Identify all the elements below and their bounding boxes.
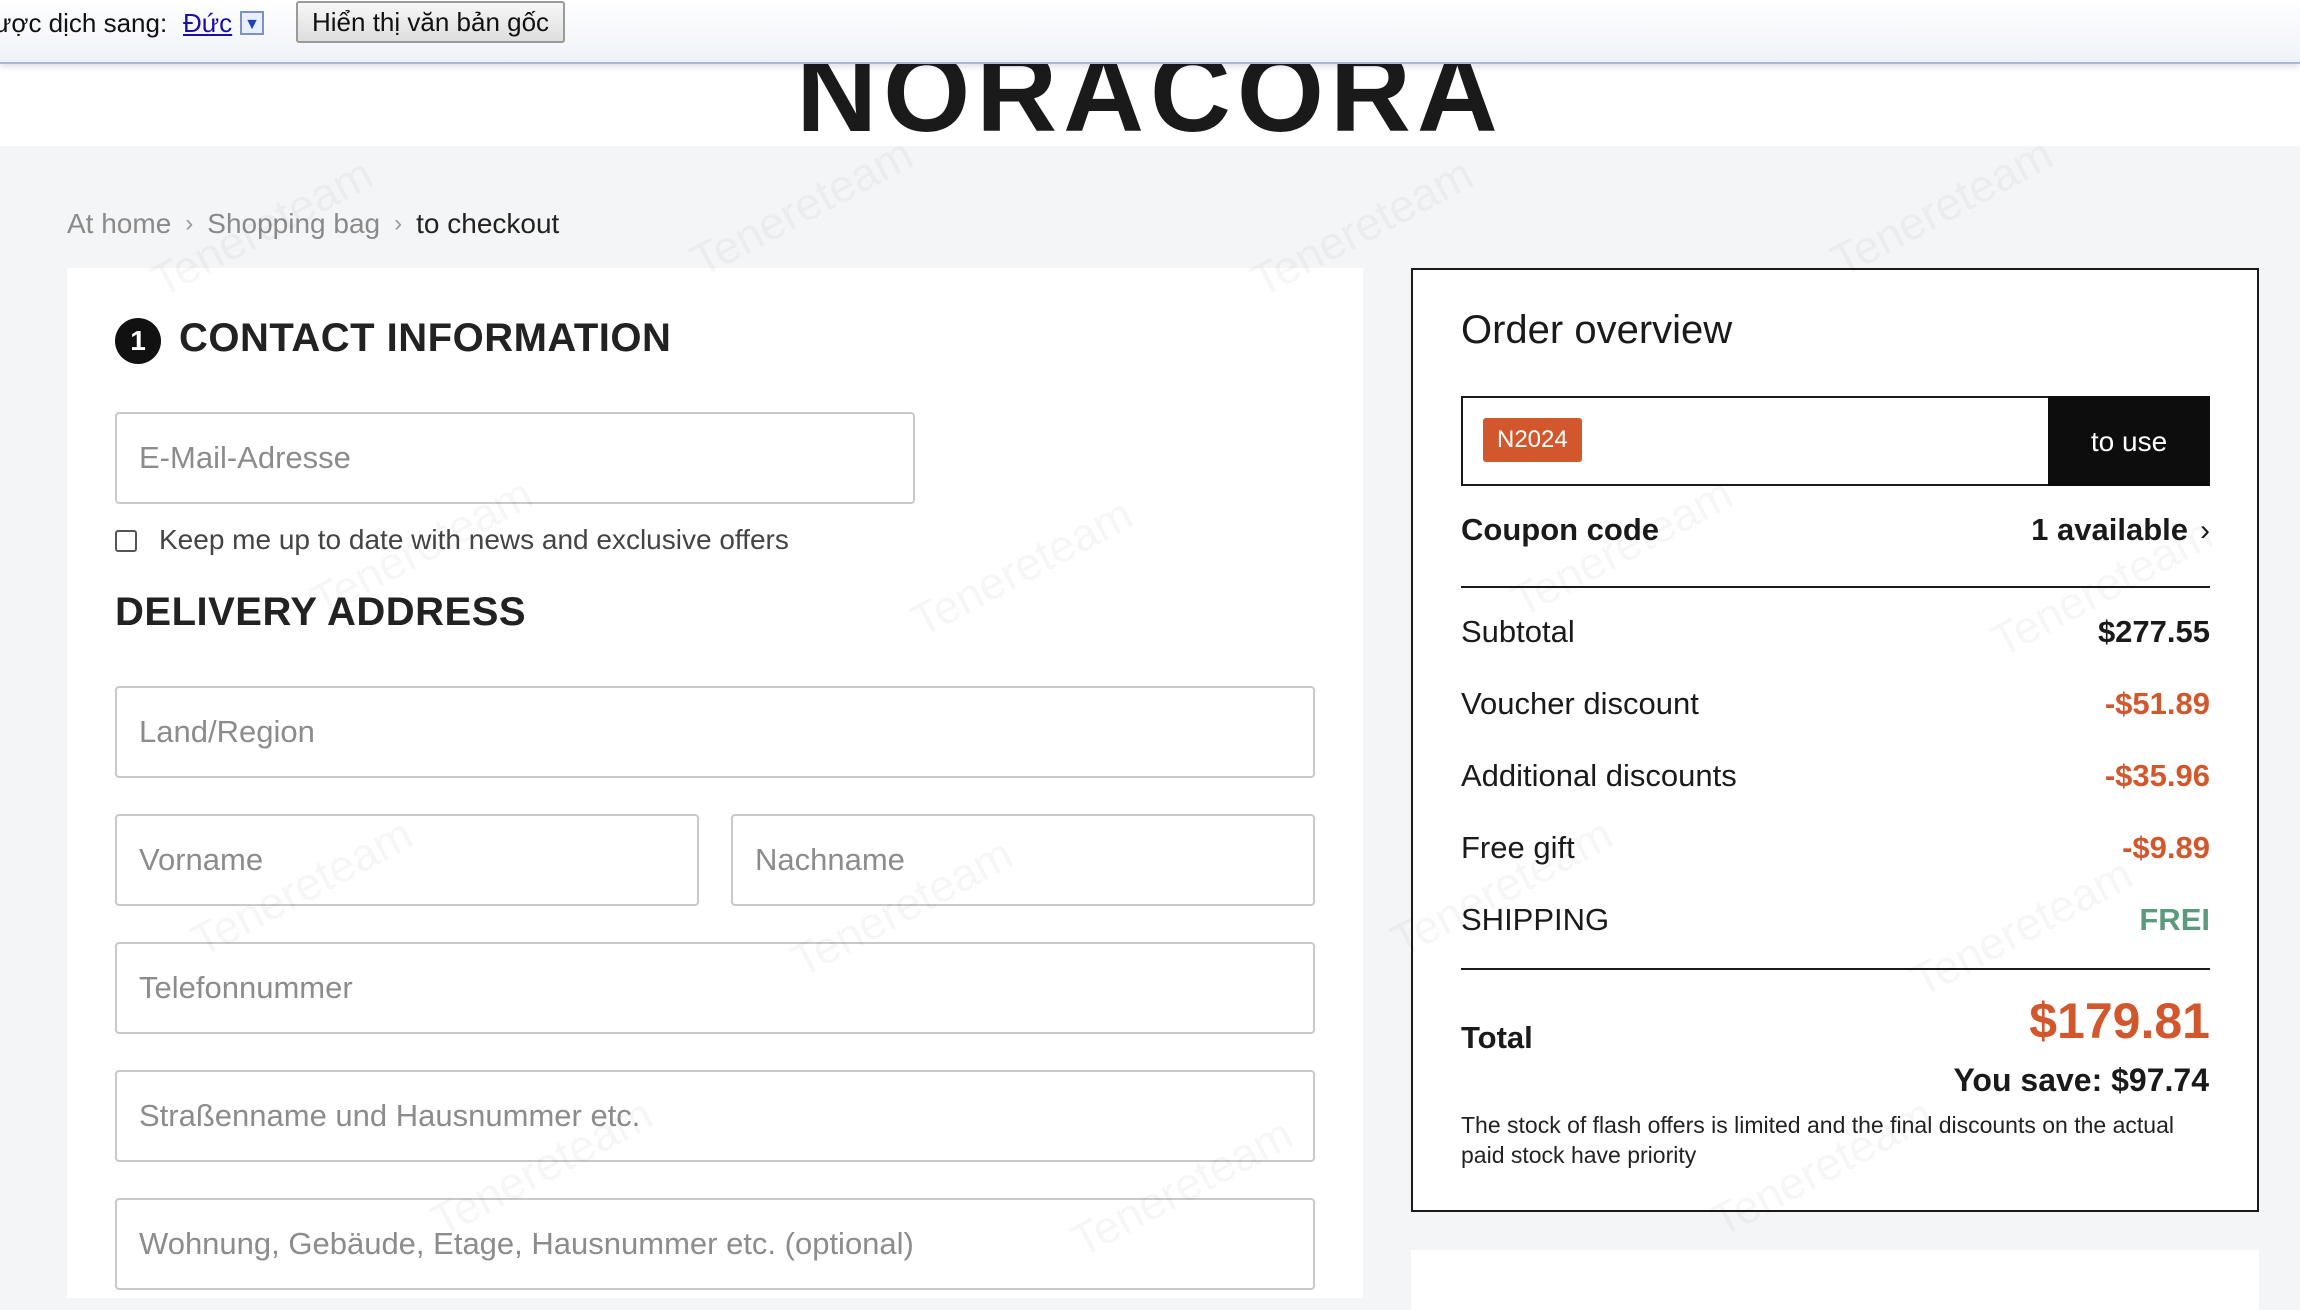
subtotal-value: $277.55 <box>2097 614 2210 649</box>
chevron-right-icon: › <box>185 210 194 237</box>
apartment-input[interactable] <box>115 1198 1315 1290</box>
savings-text: You save: $97.74 <box>1953 1062 2209 1098</box>
divider <box>1461 586 2210 588</box>
phone-input[interactable] <box>115 942 1315 1034</box>
use-coupon-button[interactable]: to use <box>2048 396 2210 486</box>
breadcrumb: At home › Shopping bag › to checkout <box>67 208 559 240</box>
email-input[interactable] <box>115 412 915 504</box>
checkout-form-panel: 1 CONTACT INFORMATION Keep me up to date… <box>67 268 1363 1298</box>
total-value: $179.81 <box>2029 993 2210 1049</box>
applied-coupon-tag[interactable]: N2024 <box>1483 418 1582 462</box>
total-row: Total $179.81 <box>1461 986 2210 1056</box>
secondary-card <box>1411 1250 2259 1310</box>
last-name-input[interactable] <box>731 814 1315 906</box>
contact-info-title: CONTACT INFORMATION <box>179 316 672 360</box>
newsletter-label: Keep me up to date with news and exclusi… <box>159 524 789 555</box>
coupon-code-label: Coupon code <box>1461 512 1660 547</box>
breadcrumb-shopping-bag[interactable]: Shopping bag <box>207 208 380 240</box>
additional-discounts-row: Additional discounts -$35.96 <box>1461 758 2210 794</box>
voucher-discount-value: -$51.89 <box>2104 686 2210 721</box>
street-input[interactable] <box>115 1070 1315 1162</box>
country-region-input[interactable] <box>115 686 1315 778</box>
subtotal-label: Subtotal <box>1461 614 1575 649</box>
show-original-button[interactable]: Hiển thị văn bản gốc <box>296 1 566 43</box>
coupon-code-row[interactable]: Coupon code 1 available › <box>1461 512 2210 548</box>
flash-offer-note: The stock of flash offers is limited and… <box>1461 1112 2174 1168</box>
shipping-row: SHIPPING FREI <box>1461 902 2210 938</box>
additional-discounts-label: Additional discounts <box>1461 758 1737 793</box>
total-label: Total <box>1461 1020 1533 1055</box>
newsletter-checkbox[interactable] <box>115 530 137 552</box>
divider <box>1461 968 2210 970</box>
coupons-available-text: 1 available <box>2031 512 2188 547</box>
additional-discounts-value: -$35.96 <box>2104 758 2210 793</box>
coupon-input-box[interactable]: N2024 to use <box>1461 396 2210 486</box>
subtotal-row: Subtotal $277.55 <box>1461 614 2210 650</box>
free-gift-value: -$9.89 <box>2122 830 2210 865</box>
shipping-label: SHIPPING <box>1461 902 1610 937</box>
breadcrumb-home[interactable]: At home <box>67 208 171 240</box>
shipping-value: FREI <box>2139 902 2210 937</box>
target-language-link[interactable]: Đức <box>183 8 232 39</box>
voucher-discount-label: Voucher discount <box>1461 686 1699 721</box>
free-gift-label: Free gift <box>1461 830 1575 865</box>
first-name-input[interactable] <box>115 814 699 906</box>
step-number-badge: 1 <box>115 318 161 364</box>
coupons-available-link[interactable]: 1 available › <box>2031 512 2210 548</box>
breadcrumb-checkout: to checkout <box>416 208 560 239</box>
voucher-discount-row: Voucher discount -$51.89 <box>1461 686 2210 722</box>
free-gift-row: Free gift -$9.89 <box>1461 830 2210 866</box>
translate-bar: ược dịch sang: Đức ▼ Hiển thị văn bản gố… <box>0 0 2300 64</box>
chevron-right-icon: › <box>2200 514 2210 547</box>
language-dropdown-icon[interactable]: ▼ <box>240 11 264 35</box>
translate-label: ược dịch sang: <box>0 8 168 38</box>
delivery-address-title: DELIVERY ADDRESS <box>115 590 527 634</box>
order-overview-panel: Order overview N2024 to use Coupon code … <box>1411 268 2259 1212</box>
order-overview-title: Order overview <box>1461 308 1733 352</box>
chevron-right-icon: › <box>394 210 403 237</box>
